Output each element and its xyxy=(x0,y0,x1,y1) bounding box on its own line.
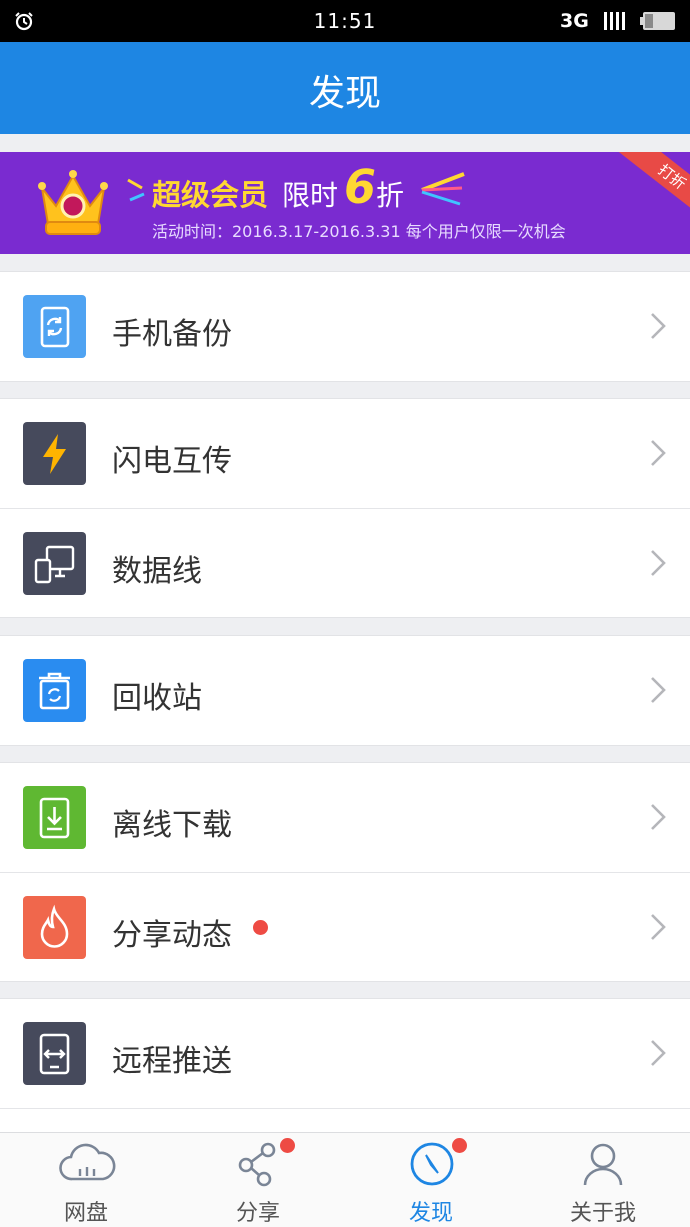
promo-headline: 超级会员 xyxy=(152,178,269,212)
chevron-right-icon xyxy=(650,803,666,835)
tab-label: 分享 xyxy=(235,1201,280,1226)
chevron-right-icon xyxy=(650,549,666,581)
tab-share[interactable]: 分享 xyxy=(172,1133,344,1227)
chevron-right-icon xyxy=(650,1039,666,1071)
menu-group-remote: 远程推送 xyxy=(0,998,690,1196)
cloud-icon xyxy=(58,1141,116,1189)
menu-item-share-feed[interactable]: 分享动态 xyxy=(0,872,690,981)
lightning-icon xyxy=(23,422,86,485)
bottom-tab-bar: 网盘 分享 发现 关于我 xyxy=(0,1132,690,1227)
menu-item-label: 分享动态 xyxy=(112,918,232,953)
menu-item-label: 闪电互传 xyxy=(112,444,232,479)
menu-group-downloads: 离线下载 分享动态 xyxy=(0,762,690,982)
share-icon xyxy=(236,1141,280,1191)
chevron-right-icon xyxy=(650,913,666,945)
discover-badge xyxy=(452,1138,467,1153)
remote-push-icon xyxy=(23,1022,86,1085)
crown-icon xyxy=(36,166,110,242)
menu-item-recycle-bin[interactable]: 回收站 xyxy=(0,636,690,745)
chevron-right-icon xyxy=(650,312,666,344)
chevron-right-icon xyxy=(650,439,666,471)
tab-label: 网盘 xyxy=(63,1201,108,1226)
tab-label: 发现 xyxy=(408,1201,453,1226)
flame-icon xyxy=(23,896,86,959)
network-type: 3G xyxy=(560,10,589,32)
status-bar: 11:51 3G xyxy=(0,0,690,42)
page-title: 发现 xyxy=(308,73,381,114)
promo-discount-number: 6 xyxy=(344,160,377,214)
user-icon xyxy=(581,1141,625,1191)
menu-item-data-cable[interactable]: 数据线 xyxy=(0,508,690,617)
unread-dot xyxy=(253,920,268,935)
compass-icon xyxy=(409,1141,455,1191)
tab-discover[interactable]: 发现 xyxy=(345,1133,517,1227)
sparkle-left-icon xyxy=(126,176,150,210)
menu-item-offline-download[interactable]: 离线下载 xyxy=(0,763,690,872)
menu-group-backup: 手机备份 xyxy=(0,271,690,382)
promo-discount-unit: 折 xyxy=(376,179,405,212)
promo-limit-text: 限时 xyxy=(282,179,339,212)
menu-group-transfer: 闪电互传 数据线 xyxy=(0,398,690,618)
menu-item-label: 数据线 xyxy=(112,554,202,589)
tab-label: 关于我 xyxy=(569,1201,636,1226)
download-icon xyxy=(23,786,86,849)
share-badge xyxy=(280,1138,295,1153)
menu-item-label: 回收站 xyxy=(112,681,202,716)
menu-item-flash-transfer[interactable]: 闪电互传 xyxy=(0,399,690,508)
menu-item-phone-backup[interactable]: 手机备份 xyxy=(0,272,690,381)
menu-group-recycle: 回收站 xyxy=(0,635,690,746)
tab-about-me[interactable]: 关于我 xyxy=(517,1133,689,1227)
discount-ribbon: 打折 xyxy=(616,152,690,225)
battery-icon xyxy=(640,11,676,35)
signal-icon xyxy=(604,12,628,34)
sparkle-right-icon xyxy=(418,170,468,214)
promo-subtitle: 活动时间：2016.3.17-2016.3.31 每个用户仅限一次机会 xyxy=(152,222,566,241)
nav-bar: 发现 xyxy=(0,42,690,134)
phone-backup-icon xyxy=(23,295,86,358)
chevron-right-icon xyxy=(650,676,666,708)
recycle-bin-icon xyxy=(23,659,86,722)
tab-cloud-disk[interactable]: 网盘 xyxy=(0,1133,172,1227)
devices-icon xyxy=(23,532,86,595)
menu-item-label: 离线下载 xyxy=(112,808,232,843)
menu-item-label: 远程推送 xyxy=(112,1044,232,1079)
menu-item-label: 手机备份 xyxy=(112,317,232,352)
promo-banner[interactable]: 超级会员 限时 6 折 活动时间：2016.3.17-2016.3.31 每个用… xyxy=(0,152,690,254)
menu-item-remote-push[interactable]: 远程推送 xyxy=(0,999,690,1108)
